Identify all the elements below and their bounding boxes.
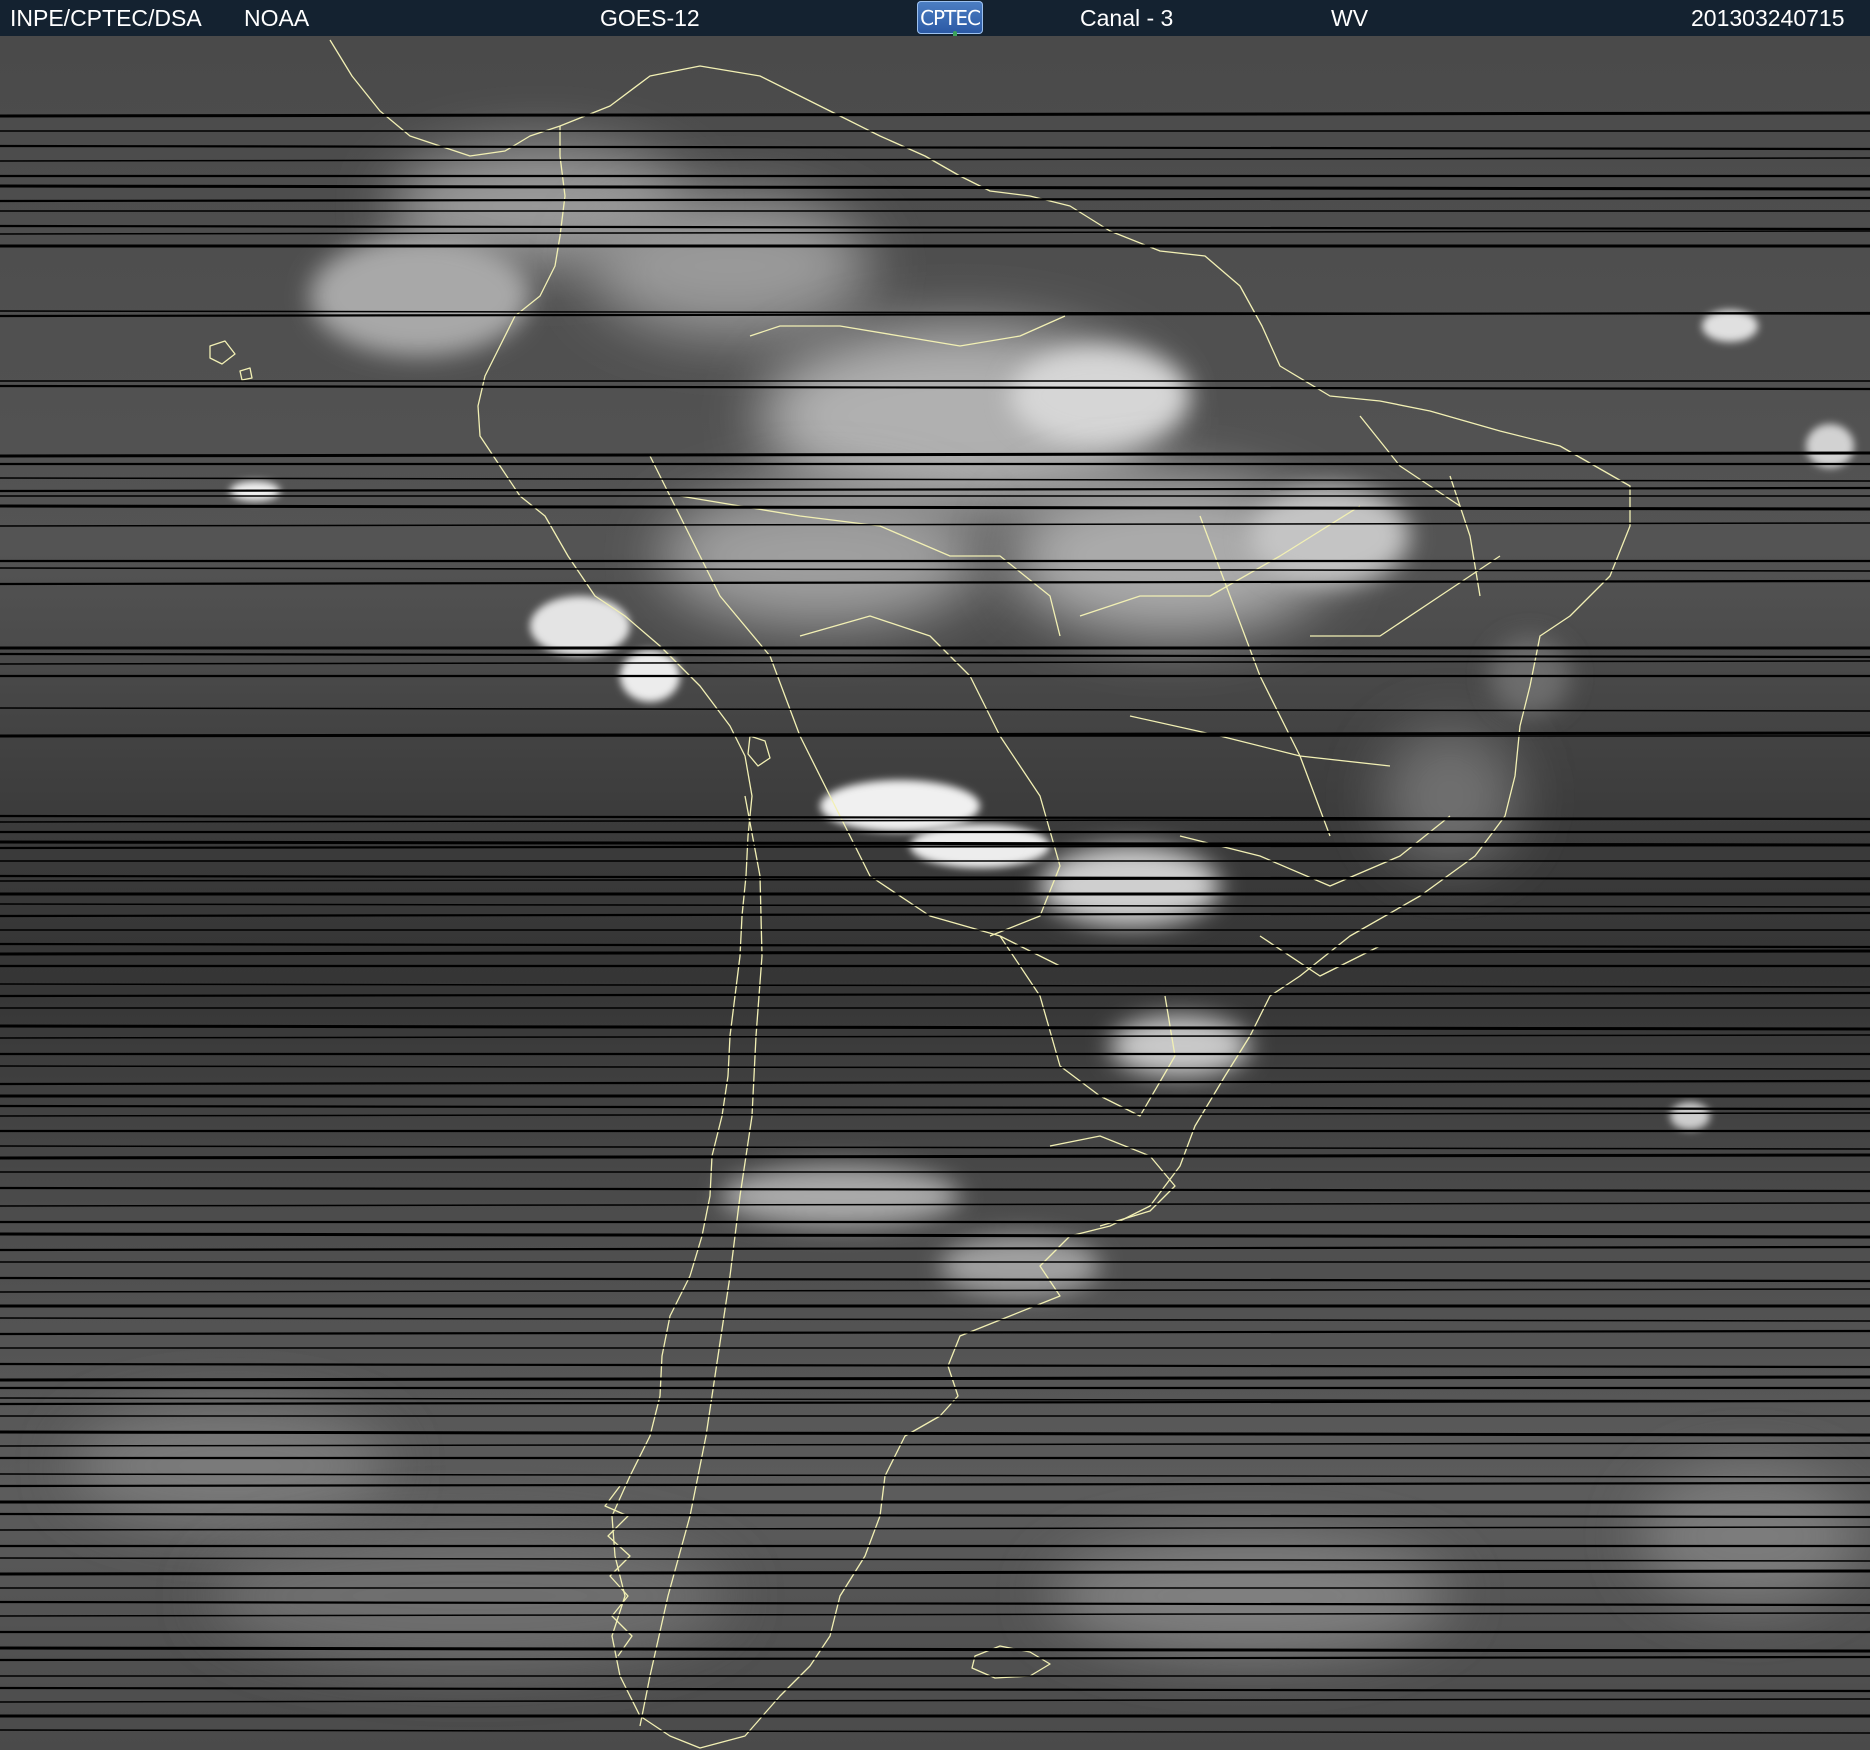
cptec-logo: CPTEC (917, 1, 983, 41)
cloud-blob (720, 1166, 960, 1226)
logo-text: CPTEC (920, 6, 981, 30)
cloud-blob (1110, 1016, 1250, 1076)
cloud-blob (1806, 424, 1854, 468)
cloud-blob (1250, 486, 1410, 586)
channel-label: Canal - 3 (1080, 5, 1174, 31)
cloud-blob (1640, 1466, 1860, 1606)
band-label: WV (1331, 5, 1369, 31)
cloud-blob (70, 1406, 390, 1526)
agency-label: NOAA (244, 5, 310, 31)
cloud-blob (940, 1236, 1100, 1296)
satellite-image-frame (0, 36, 1870, 1750)
cloud-blob (1670, 1102, 1710, 1130)
satellite-label: GOES-12 (600, 5, 700, 31)
cloud-blob (310, 236, 530, 356)
institution-label: INPE/CPTEC/DSA (10, 5, 202, 31)
cloud-blob (1050, 1536, 1450, 1656)
water-vapor-satellite-image (0, 36, 1870, 1750)
image-header-bar: INPE/CPTEC/DSA NOAA GOES-12 CPTEC Canal … (0, 0, 1870, 41)
cloud-blob (1010, 346, 1190, 446)
cloud-blob (1702, 310, 1758, 342)
timestamp-label: 201303240715 (1691, 5, 1845, 31)
